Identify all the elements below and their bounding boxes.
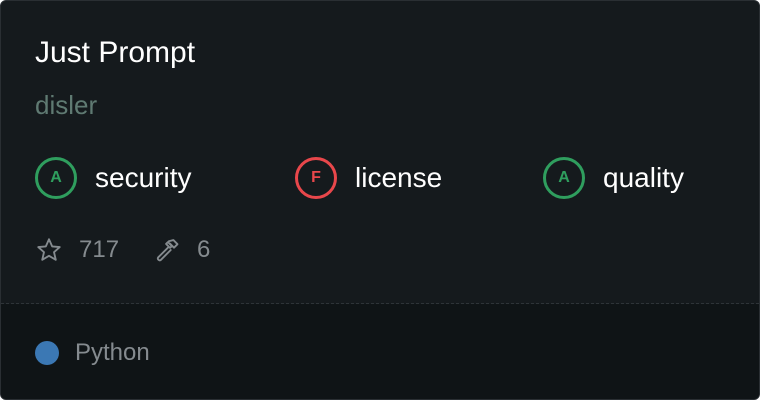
grade-quality-badge: A xyxy=(543,157,585,199)
grade-license-badge: F xyxy=(295,157,337,199)
language-label: Python xyxy=(75,339,150,366)
grade-security: A security xyxy=(35,154,191,202)
grade-quality-label: quality xyxy=(603,162,684,193)
language-color-dot xyxy=(35,341,59,365)
tools-count: 6 xyxy=(197,236,211,263)
grade-license-label: license xyxy=(355,162,443,193)
repo-title[interactable]: Just Prompt xyxy=(35,34,195,72)
stats-row: 717 6 xyxy=(35,234,244,266)
grade-quality: A quality xyxy=(543,154,684,202)
star-icon xyxy=(37,238,61,261)
language-indicator: Python xyxy=(35,338,150,368)
grade-security-badge: A xyxy=(35,157,77,199)
card-footer: Python xyxy=(1,304,759,399)
repository-card[interactable]: Just Prompt disler A security F license … xyxy=(0,0,760,400)
tools-stat: 6 xyxy=(153,235,210,265)
grade-security-label: security xyxy=(95,162,192,193)
repo-owner[interactable]: disler xyxy=(35,89,97,121)
stars-count: 717 xyxy=(79,236,120,263)
hammer-icon xyxy=(157,239,179,262)
grade-license: F license xyxy=(295,154,442,202)
grades-row: A security F license A quality xyxy=(35,154,735,202)
stars-stat: 717 xyxy=(35,235,119,265)
